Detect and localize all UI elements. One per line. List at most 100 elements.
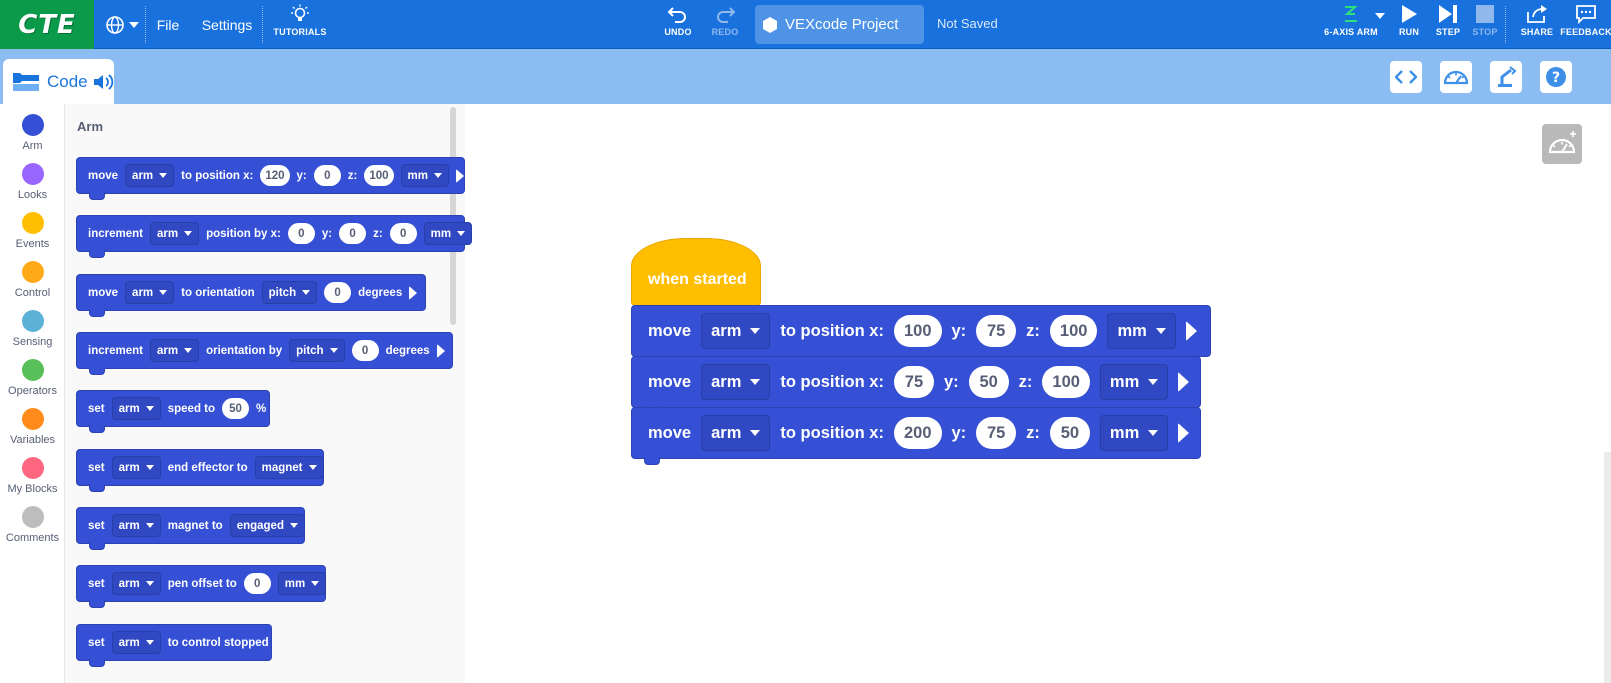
block-set-end-effector[interactable]: set arm end effector to magnet: [76, 449, 324, 492]
block-text: z:: [1018, 372, 1033, 391]
block-set-magnet[interactable]: set arm magnet to engaged: [76, 507, 305, 550]
block-move-to-position[interactable]: move arm to position x: 120 y: 0 z: 100 …: [76, 157, 465, 200]
tab-code[interactable]: Code: [3, 59, 114, 104]
z-input[interactable]: 0: [389, 223, 417, 244]
code-viewer-button[interactable]: [1390, 61, 1422, 93]
z-input[interactable]: 50: [1049, 417, 1090, 449]
speed-input[interactable]: 50: [222, 398, 250, 419]
category-control[interactable]: Control: [0, 261, 65, 299]
unit-dropdown[interactable]: mm: [1099, 364, 1169, 400]
dropdown-value: mm: [284, 577, 306, 590]
unit-dropdown[interactable]: mm: [423, 222, 473, 245]
arm-dropdown[interactable]: arm: [111, 514, 161, 537]
degrees-input[interactable]: 0: [324, 282, 352, 303]
expand-arrow-icon[interactable]: [436, 343, 445, 358]
project-name-field[interactable]: VEXcode Project: [755, 5, 924, 44]
category-variables[interactable]: Variables: [0, 408, 65, 446]
settings-menu-button[interactable]: Settings: [200, 0, 254, 49]
language-menu-button[interactable]: [104, 0, 140, 49]
feedback-icon: [1576, 5, 1596, 24]
dropdown-value: arm: [118, 636, 140, 649]
file-menu-button[interactable]: File: [152, 0, 184, 49]
axis-dropdown[interactable]: pitch: [261, 281, 318, 304]
caret-down-icon: [750, 379, 761, 385]
dropdown-value: magnet: [261, 461, 303, 474]
x-input[interactable]: 120: [260, 165, 290, 186]
expand-arrow-icon[interactable]: [1185, 321, 1197, 341]
z-input[interactable]: 100: [364, 165, 394, 186]
x-input[interactable]: 100: [893, 315, 942, 347]
degrees-input[interactable]: 0: [351, 340, 379, 361]
arm-dropdown[interactable]: arm: [111, 456, 161, 479]
device-select-button[interactable]: 6-AXIS ARM: [1314, 4, 1388, 46]
arm-dropdown[interactable]: arm: [701, 415, 771, 451]
category-arm-dot: [21, 114, 44, 136]
expand-arrow-icon[interactable]: [1178, 372, 1190, 392]
axis-dropdown[interactable]: pitch: [289, 339, 345, 362]
block-control-stopped[interactable]: set arm to control stopped: [76, 624, 272, 667]
when-started-block[interactable]: when started: [631, 238, 761, 306]
category-events[interactable]: Events: [0, 212, 65, 250]
category-sensing[interactable]: Sensing: [0, 310, 65, 348]
divider: [145, 6, 146, 43]
y-input[interactable]: 75: [976, 315, 1017, 347]
category-arm[interactable]: Arm: [0, 114, 65, 152]
y-input[interactable]: 0: [339, 223, 367, 244]
offset-input[interactable]: 0: [243, 573, 271, 594]
expand-arrow-icon[interactable]: [409, 285, 418, 300]
y-input[interactable]: 50: [968, 366, 1009, 398]
arm-dropdown[interactable]: arm: [111, 631, 161, 654]
unit-dropdown[interactable]: mm: [400, 164, 449, 187]
z-input[interactable]: 100: [1042, 366, 1090, 398]
end-effector-dropdown[interactable]: magnet: [254, 456, 324, 479]
caret-down-icon: [145, 465, 154, 470]
redo-button[interactable]: REDO: [695, 4, 755, 46]
block-set-pen-offset[interactable]: set arm pen offset to 0 mm: [76, 565, 327, 608]
help-button[interactable]: ?: [1540, 61, 1572, 93]
category-comments[interactable]: Comments: [0, 506, 65, 544]
unit-dropdown[interactable]: mm: [1107, 313, 1176, 349]
undo-label: UNDO: [664, 27, 692, 37]
x-input[interactable]: 0: [287, 223, 315, 244]
block-move-to-orientation[interactable]: move arm to orientation pitch 0 degrees: [76, 274, 426, 317]
globe-icon: [106, 15, 124, 34]
category-my-blocks[interactable]: My Blocks: [0, 457, 65, 495]
unit-dropdown[interactable]: mm: [1099, 415, 1169, 451]
stack-block-move-2[interactable]: move arm to position x: 75 y: 50 z: 100 …: [631, 356, 1201, 414]
workspace-scrollbar[interactable]: [1604, 452, 1611, 683]
block-set-speed[interactable]: set arm speed to 50 %: [76, 390, 270, 433]
arm-dropdown[interactable]: arm: [111, 572, 161, 595]
category-looks[interactable]: Looks: [0, 163, 65, 201]
block-text: to position x:: [780, 372, 884, 391]
cte-logo[interactable]: CTE: [0, 0, 94, 49]
arm-dropdown[interactable]: arm: [111, 397, 161, 420]
z-input[interactable]: 100: [1049, 315, 1098, 347]
feedback-button[interactable]: FEEDBACK: [1558, 4, 1611, 46]
category-operators[interactable]: Operators: [0, 359, 65, 397]
arm-dropdown[interactable]: arm: [701, 364, 771, 400]
x-input[interactable]: 75: [893, 366, 934, 398]
block-increment-position[interactable]: increment arm position by x: 0 y: 0 z: 0…: [76, 215, 473, 258]
tutorials-button[interactable]: TUTORIALS: [269, 4, 331, 46]
arm-dropdown[interactable]: arm: [149, 222, 200, 245]
dropdown-value: arm: [711, 372, 742, 391]
arm-dropdown[interactable]: arm: [125, 281, 175, 304]
arm-dropdown[interactable]: arm: [125, 164, 175, 187]
dashboard-button[interactable]: [1440, 61, 1472, 93]
stack-block-move-3[interactable]: move arm to position x: 200 y: 75 z: 50 …: [631, 407, 1201, 465]
add-dashboard-button[interactable]: [1542, 124, 1582, 164]
block-text: magnet to: [167, 519, 223, 532]
speaker-icon[interactable]: [92, 72, 114, 92]
expand-arrow-icon[interactable]: [1178, 423, 1190, 443]
magnet-state-dropdown[interactable]: engaged: [229, 514, 305, 537]
stack-block-move-1[interactable]: move arm to position x: 100 y: 75 z: 100…: [631, 305, 1211, 363]
arm-dropdown[interactable]: arm: [149, 339, 200, 362]
unit-dropdown[interactable]: mm: [277, 572, 327, 595]
block-increment-orientation[interactable]: increment arm orientation by pitch 0 deg…: [76, 332, 453, 375]
expand-arrow-icon[interactable]: [456, 168, 464, 183]
arm-dropdown[interactable]: arm: [701, 313, 771, 349]
y-input[interactable]: 75: [976, 417, 1017, 449]
robot-arm-view-button[interactable]: [1490, 61, 1522, 93]
x-input[interactable]: 200: [893, 417, 942, 449]
y-input[interactable]: 0: [313, 165, 341, 186]
